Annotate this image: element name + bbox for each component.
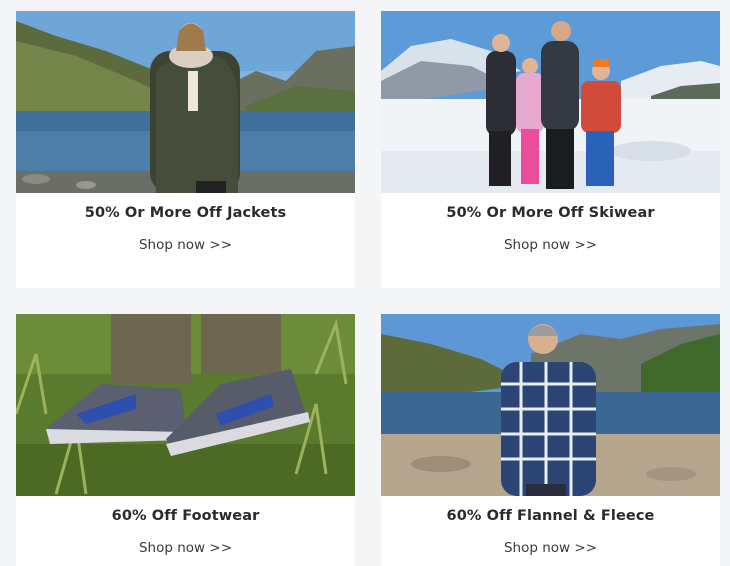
- skiwear-promo-image[interactable]: [381, 11, 720, 193]
- card-title: 50% Or More Off Jackets: [84, 205, 287, 221]
- woman-in-jacket-photo: [16, 11, 355, 193]
- card-title: 50% Or More Off Skiwear: [446, 205, 655, 221]
- shop-now-link[interactable]: Shop now >>: [16, 540, 355, 556]
- promo-card-skiwear[interactable]: 50% Or More Off Skiwear Shop now >>: [381, 11, 720, 288]
- hiking-boots-photo: [16, 314, 355, 496]
- card-title: 60% Off Footwear: [111, 508, 260, 524]
- family-in-snow-photo: [381, 11, 720, 193]
- jackets-promo-image[interactable]: [16, 11, 355, 193]
- card-title: 60% Off Flannel & Fleece: [446, 508, 655, 524]
- promo-card-footwear[interactable]: 60% Off Footwear Shop now >>: [16, 314, 355, 566]
- promo-card-flannel-fleece[interactable]: 60% Off Flannel & Fleece Shop now >>: [381, 314, 720, 566]
- flannel-promo-image[interactable]: [381, 314, 720, 496]
- shop-now-link[interactable]: Shop now >>: [381, 540, 720, 556]
- footwear-promo-image[interactable]: [16, 314, 355, 496]
- man-in-flannel-photo: [381, 314, 720, 496]
- shop-now-link[interactable]: Shop now >>: [381, 237, 720, 253]
- promo-card-jackets[interactable]: 50% Or More Off Jackets Shop now >>: [16, 11, 355, 288]
- shop-now-link[interactable]: Shop now >>: [16, 237, 355, 253]
